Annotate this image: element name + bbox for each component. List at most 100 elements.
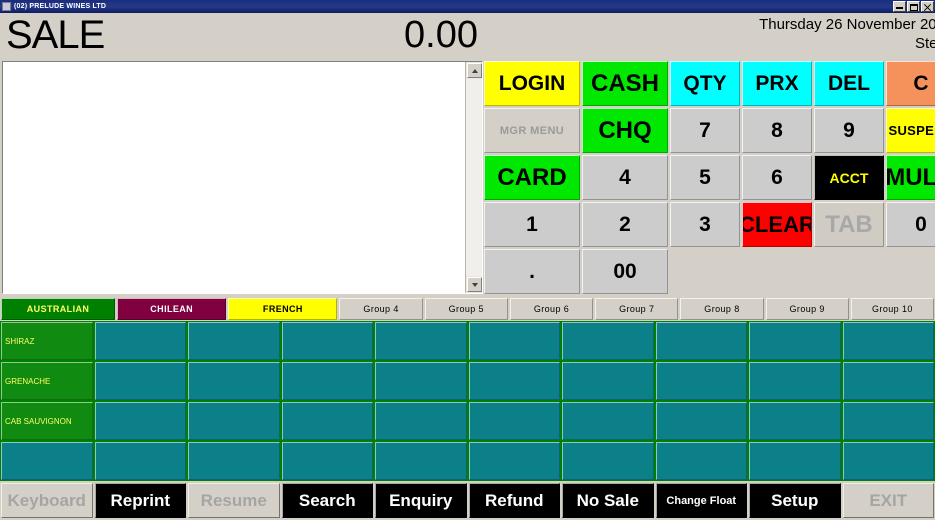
product-slot-empty[interactable] xyxy=(281,362,373,400)
scrollbar-track[interactable] xyxy=(466,79,482,276)
resume-button: Resume xyxy=(188,483,280,518)
product-slot-empty[interactable] xyxy=(468,362,560,400)
clear-key[interactable]: CLEAR xyxy=(742,202,812,247)
digit-7-key[interactable]: 7 xyxy=(670,108,740,153)
digit-2-key[interactable]: 2 xyxy=(582,202,668,247)
product-slot-empty[interactable] xyxy=(94,402,186,440)
c-key[interactable]: C xyxy=(886,61,935,106)
group-tab-6[interactable]: Group 6 xyxy=(509,298,594,320)
del-key[interactable]: DEL xyxy=(814,61,884,106)
product-button[interactable]: SHIRAZ xyxy=(1,322,93,360)
product-slot-empty[interactable] xyxy=(281,402,373,440)
receipt-line-list[interactable] xyxy=(3,62,465,293)
product-slot-empty[interactable] xyxy=(562,442,654,480)
double-zero-key[interactable]: 00 xyxy=(582,249,668,294)
refund-button[interactable]: Refund xyxy=(468,483,560,518)
product-slot-empty[interactable] xyxy=(188,322,280,360)
product-slot-empty[interactable] xyxy=(749,322,841,360)
product-slot-empty[interactable] xyxy=(842,362,934,400)
product-slot-empty[interactable] xyxy=(562,322,654,360)
transaction-panel xyxy=(2,61,483,294)
product-slot-empty[interactable] xyxy=(468,322,560,360)
window-controls xyxy=(893,1,934,12)
digit-6-key[interactable]: 6 xyxy=(742,155,812,200)
group-tab-7[interactable]: Group 7 xyxy=(595,298,679,320)
group-tab-8[interactable]: Group 8 xyxy=(680,298,764,320)
product-slot-empty[interactable] xyxy=(655,362,747,400)
product-slot-empty[interactable] xyxy=(188,402,280,440)
product-slot-empty[interactable] xyxy=(94,362,186,400)
product-slot-empty[interactable] xyxy=(94,442,186,480)
product-slot-empty[interactable] xyxy=(188,362,280,400)
group-tab-4[interactable]: Group 4 xyxy=(339,298,423,320)
multi-key[interactable]: MULTI xyxy=(886,155,935,200)
acct-key[interactable]: ACCT xyxy=(814,155,884,200)
group-tab-5[interactable]: Group 5 xyxy=(424,298,508,320)
enquiry-button[interactable]: Enquiry xyxy=(375,483,467,518)
scroll-up-icon[interactable] xyxy=(467,63,482,78)
product-slot-empty[interactable] xyxy=(281,322,373,360)
window-title: (02) PRELUDE WINES LTD xyxy=(14,3,107,10)
scroll-down-icon[interactable] xyxy=(467,277,482,292)
receipt-scrollbar[interactable] xyxy=(465,62,482,293)
group-tab-1[interactable]: AUSTRALIAN xyxy=(1,298,116,320)
group-tab-3[interactable]: FRENCH xyxy=(228,298,338,320)
setup-button[interactable]: Setup xyxy=(749,483,841,518)
product-slot-empty[interactable] xyxy=(562,402,654,440)
product-slot-empty[interactable] xyxy=(468,442,560,480)
header-info: Thursday 26 November 202 Stev xyxy=(685,15,935,53)
product-slot-empty[interactable] xyxy=(281,442,373,480)
product-slot-empty[interactable] xyxy=(655,442,747,480)
sale-total-amount: 0.00 xyxy=(404,14,478,56)
product-slot-empty[interactable] xyxy=(94,322,186,360)
no-sale-button[interactable]: No Sale xyxy=(562,483,654,518)
chq-key[interactable]: CHQ xyxy=(582,108,668,153)
digit-3-key[interactable]: 3 xyxy=(670,202,740,247)
group-tab-2[interactable]: CHILEAN xyxy=(117,298,227,320)
product-slot-empty[interactable] xyxy=(375,402,467,440)
close-icon[interactable] xyxy=(921,1,934,12)
product-slot-empty[interactable] xyxy=(375,362,467,400)
card-key[interactable]: CARD xyxy=(484,155,580,200)
product-button[interactable]: GRENACHE xyxy=(1,362,93,400)
prx-key[interactable]: PRX xyxy=(742,61,812,106)
product-slot-empty[interactable] xyxy=(842,402,934,440)
digit-0-key[interactable]: 0 xyxy=(886,202,935,247)
group-tab-10[interactable]: Group 10 xyxy=(850,298,935,320)
digit-9-key[interactable]: 9 xyxy=(814,108,884,153)
maximize-icon[interactable] xyxy=(907,1,920,12)
numeric-keypad: LOGINCASHQTYPRXDELC MGR MENUCHQ789SUSPEND… xyxy=(484,61,935,294)
product-slot-empty[interactable] xyxy=(749,362,841,400)
product-slot-empty[interactable] xyxy=(749,442,841,480)
decimal-point-key[interactable]: . xyxy=(484,249,580,294)
digit-5-key[interactable]: 5 xyxy=(670,155,740,200)
product-slot-empty[interactable] xyxy=(1,442,93,480)
digit-8-key[interactable]: 8 xyxy=(742,108,812,153)
suspend-key[interactable]: SUSPEND xyxy=(886,108,935,153)
product-slot-empty[interactable] xyxy=(562,362,654,400)
keyboard-button: Keyboard xyxy=(1,483,93,518)
minimize-icon[interactable] xyxy=(893,1,906,12)
login-key[interactable]: LOGIN xyxy=(484,61,580,106)
cash-key[interactable]: CASH xyxy=(582,61,668,106)
product-slot-empty[interactable] xyxy=(188,442,280,480)
digit-4-key[interactable]: 4 xyxy=(582,155,668,200)
search-button[interactable]: Search xyxy=(281,483,373,518)
product-slot-empty[interactable] xyxy=(842,322,934,360)
product-slot-empty[interactable] xyxy=(468,402,560,440)
product-slot-empty[interactable] xyxy=(842,442,934,480)
window-titlebar: (02) PRELUDE WINES LTD xyxy=(0,0,935,13)
group-tab-9[interactable]: Group 9 xyxy=(765,298,849,320)
product-slot-empty[interactable] xyxy=(375,322,467,360)
product-button[interactable]: CAB SAUVIGNON xyxy=(1,402,93,440)
product-slot-empty[interactable] xyxy=(655,322,747,360)
digit-1-key[interactable]: 1 xyxy=(484,202,580,247)
tab-key: TAB xyxy=(814,202,884,247)
function-toolbar: Keyboard Reprint Resume Search Enquiry Refund… xyxy=(0,482,935,520)
reprint-button[interactable]: Reprint xyxy=(94,483,186,518)
qty-key[interactable]: QTY xyxy=(670,61,740,106)
product-slot-empty[interactable] xyxy=(749,402,841,440)
product-slot-empty[interactable] xyxy=(655,402,747,440)
change-float-button[interactable]: Change Float xyxy=(655,483,747,518)
product-slot-empty[interactable] xyxy=(375,442,467,480)
